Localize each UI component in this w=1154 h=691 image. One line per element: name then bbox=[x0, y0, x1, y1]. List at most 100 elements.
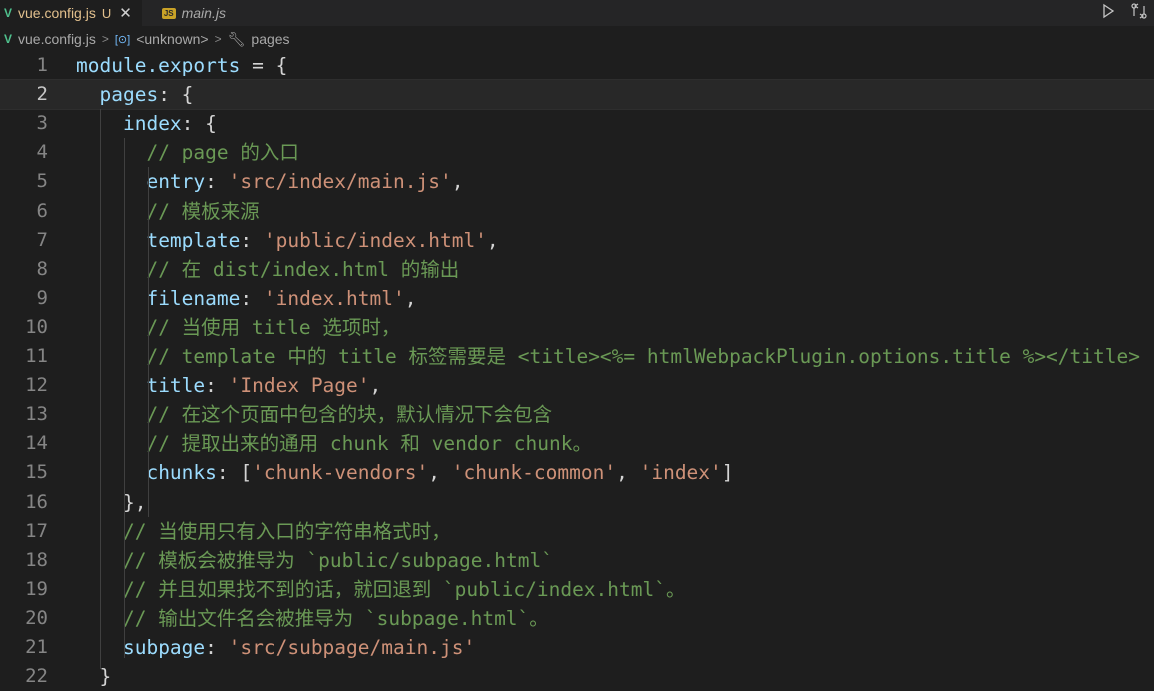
code-line[interactable]: 9 filename: 'index.html', bbox=[0, 284, 1154, 313]
code-string: 'src/index/main.js' bbox=[228, 170, 452, 194]
code-line[interactable]: 13 // 在这个页面中包含的块，默认情况下会包含 bbox=[0, 400, 1154, 429]
code-property: subpage bbox=[122, 636, 206, 659]
code-line[interactable]: 18 // 模板会被推导为 `public/subpage.html` bbox=[0, 546, 1154, 575]
line-number: 17 bbox=[25, 519, 48, 542]
code-line[interactable]: 11 // template 中的 title 标签需要是 <title><%=… bbox=[0, 342, 1154, 371]
indent-guide bbox=[124, 138, 125, 658]
code-string: 'public/index.html' bbox=[263, 228, 487, 252]
code-punctuation bbox=[76, 83, 99, 106]
code-line[interactable]: 8 // 在 dist/index.html 的输出 bbox=[0, 255, 1154, 284]
tab-label: vue.config.js bbox=[18, 5, 96, 21]
line-number: 13 bbox=[25, 403, 48, 426]
symbol-object-icon: [⊙] bbox=[114, 33, 131, 46]
wrench-icon: 🔧︎ bbox=[227, 30, 246, 47]
code-punctuation: ] bbox=[721, 461, 734, 485]
code-comment: // 当使用只有入口的字符串格式时， bbox=[122, 519, 451, 543]
breadcrumb-property[interactable]: pages bbox=[251, 31, 289, 47]
code-line[interactable]: 15 chunks: ['chunk-vendors', 'chunk-comm… bbox=[0, 458, 1154, 487]
code-line[interactable]: 14 // 提取出来的通用 chunk 和 vendor chunk。 bbox=[0, 429, 1154, 458]
code-text: index: { bbox=[76, 109, 217, 138]
line-number: 6 bbox=[36, 199, 48, 222]
code-text: template: 'public/index.html', bbox=[76, 226, 499, 255]
code-text: entry: 'src/index/main.js', bbox=[76, 167, 463, 196]
code-line[interactable]: 7 template: 'public/index.html', bbox=[0, 226, 1154, 255]
indent-guide bbox=[148, 167, 149, 517]
line-number: 22 bbox=[25, 665, 48, 688]
code-line[interactable]: 22 } bbox=[0, 662, 1154, 691]
line-number: 21 bbox=[25, 636, 48, 658]
code-comment: // page 的入口 bbox=[146, 141, 299, 165]
code-text: // 在 dist/index.html 的输出 bbox=[76, 255, 459, 284]
code-line[interactable]: 12 title: 'Index Page', bbox=[0, 371, 1154, 400]
code-text: // template 中的 title 标签需要是 <title><%= ht… bbox=[76, 342, 1140, 371]
code-string: 'index.html' bbox=[263, 286, 405, 310]
line-number: 1 bbox=[36, 54, 48, 76]
code-text: module.exports = { bbox=[76, 51, 287, 80]
code-line[interactable]: 17 // 当使用只有入口的字符串格式时， bbox=[0, 517, 1154, 546]
chevron-right-icon: > bbox=[101, 32, 109, 46]
code-comment: // template 中的 title 标签需要是 <title><%= ht… bbox=[146, 345, 1140, 368]
code-punctuation bbox=[76, 287, 146, 310]
line-number: 2 bbox=[36, 83, 48, 106]
code-text: // 并且如果找不到的话，就回退到 `public/index.html`。 bbox=[76, 575, 686, 604]
code-line[interactable]: 5 entry: 'src/index/main.js', bbox=[0, 167, 1154, 196]
line-number: 20 bbox=[25, 606, 48, 629]
code-punctuation: , bbox=[486, 228, 499, 252]
code-string: 'chunk-vendors' bbox=[252, 461, 429, 485]
code-line[interactable]: 4 // page 的入口 bbox=[0, 138, 1154, 167]
code-punctuation: : { bbox=[181, 112, 217, 136]
untracked-badge: U bbox=[101, 5, 112, 21]
code-punctuation: : bbox=[205, 636, 229, 659]
code-comment: // 模板会被推导为 `public/subpage.html` bbox=[122, 548, 553, 572]
code-line[interactable]: 1 module.exports = { bbox=[0, 51, 1154, 80]
code-text: pages: { bbox=[76, 80, 193, 109]
tab-main-js[interactable]: JS main.js bbox=[142, 0, 236, 26]
line-number: 18 bbox=[25, 548, 48, 571]
code-punctuation bbox=[76, 374, 146, 397]
editor-actions bbox=[1100, 0, 1148, 26]
indent-guide bbox=[100, 109, 101, 669]
code-property: title bbox=[146, 374, 206, 398]
code-line[interactable]: 19 // 并且如果找不到的话，就回退到 `public/index.html`… bbox=[0, 575, 1154, 604]
code-comment: // 输出文件名会被推导为 `subpage.html`。 bbox=[122, 606, 549, 630]
code-editor[interactable]: 1 module.exports = {2 pages: {3 index: {4… bbox=[0, 51, 1154, 688]
code-property: filename bbox=[146, 286, 241, 310]
code-punctuation bbox=[76, 229, 146, 252]
code-line[interactable]: 3 index: { bbox=[0, 109, 1154, 138]
code-text: chunks: ['chunk-vendors', 'chunk-common'… bbox=[76, 458, 734, 487]
code-punctuation bbox=[76, 461, 146, 484]
breadcrumb-symbol[interactable]: <unknown> bbox=[136, 31, 208, 47]
compare-changes-icon[interactable] bbox=[1130, 2, 1148, 25]
code-line[interactable]: 6 // 模板来源 bbox=[0, 197, 1154, 226]
code-punctuation: = { bbox=[240, 54, 288, 77]
code-line[interactable]: 10 // 当使用 title 选项时， bbox=[0, 313, 1154, 342]
code-punctuation bbox=[76, 432, 146, 455]
code-property: chunks bbox=[146, 461, 217, 485]
js-file-icon: JS bbox=[161, 7, 176, 19]
breadcrumb-file[interactable]: vue.config.js bbox=[18, 31, 96, 47]
breadcrumb: V vue.config.js > [⊙] <unknown> > 🔧︎ pag… bbox=[0, 26, 1154, 52]
code-line[interactable]: 2 pages: { bbox=[0, 79, 1154, 111]
line-number: 14 bbox=[25, 432, 48, 455]
line-number: 19 bbox=[25, 577, 48, 600]
code-punctuation: : [ bbox=[216, 461, 253, 485]
code-comment: // 并且如果找不到的话，就回退到 `public/index.html`。 bbox=[122, 577, 686, 601]
code-text: // 当使用只有入口的字符串格式时， bbox=[76, 517, 451, 546]
code-comment: // 模板来源 bbox=[146, 199, 260, 223]
code-line[interactable]: 16 }, bbox=[0, 488, 1154, 517]
code-punctuation: : bbox=[240, 228, 264, 252]
code-punctuation: : bbox=[240, 286, 264, 310]
code-property: index bbox=[122, 112, 182, 136]
code-punctuation: } bbox=[76, 665, 112, 689]
line-number: 8 bbox=[36, 257, 48, 280]
code-string: 'index' bbox=[639, 461, 722, 485]
code-punctuation bbox=[76, 345, 146, 368]
tab-vue-config[interactable]: V vue.config.js U ✕ bbox=[0, 0, 142, 26]
close-icon[interactable]: ✕ bbox=[119, 4, 132, 22]
code-punctuation: , bbox=[404, 286, 417, 310]
line-number: 10 bbox=[25, 315, 48, 338]
play-icon[interactable] bbox=[1100, 3, 1116, 24]
line-number: 7 bbox=[36, 228, 48, 251]
code-line[interactable]: 21 subpage: 'src/subpage/main.js' bbox=[0, 633, 1154, 662]
code-line[interactable]: 20 // 输出文件名会被推导为 `subpage.html`。 bbox=[0, 604, 1154, 633]
